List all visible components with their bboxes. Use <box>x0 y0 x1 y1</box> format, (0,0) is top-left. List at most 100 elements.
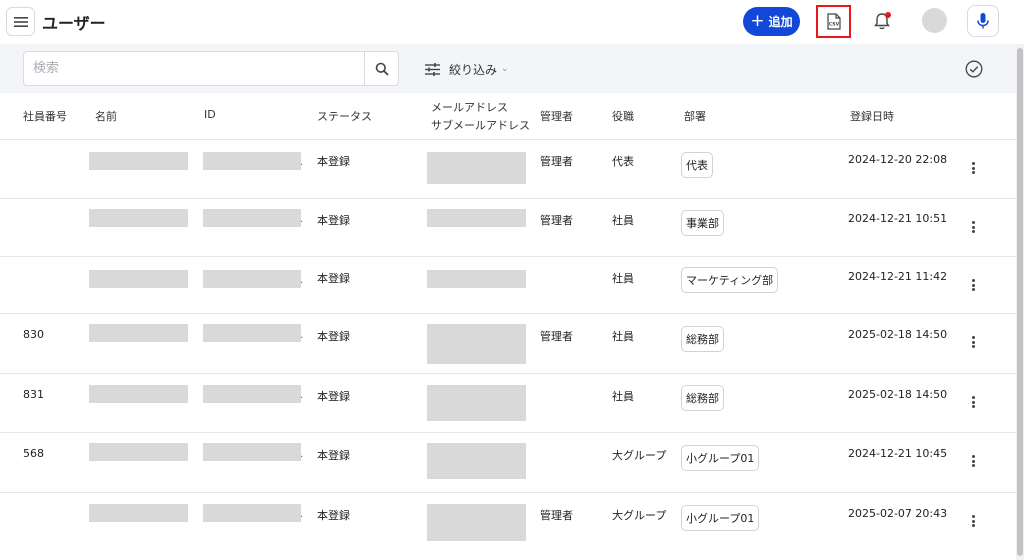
role-cell: 大グループ <box>612 449 667 462</box>
name-placeholder <box>89 324 188 342</box>
id-overflow-dot: . <box>300 509 304 520</box>
table-row[interactable]: 830 . 本登録 管理者 社員 総務部 2025-02-18 14:50 <box>0 314 1016 374</box>
emp-no-cell: 831 <box>23 388 44 401</box>
admin-cell: 管理者 <box>540 214 573 227</box>
status-cell: 本登録 <box>317 272 350 285</box>
role-cell: 社員 <box>612 390 634 403</box>
add-button-label: 追加 <box>768 15 793 29</box>
name-placeholder <box>89 152 188 170</box>
name-placeholder <box>89 443 188 461</box>
email-placeholder <box>427 270 526 288</box>
csv-file-icon: CSV <box>826 13 841 30</box>
svg-text:CSV: CSV <box>828 22 839 28</box>
dept-badge: 代表 <box>681 152 713 178</box>
table-row[interactable]: . 本登録 管理者 社員 事業部 2024-12-21 10:51 <box>0 199 1016 257</box>
registered-cell: 2025-02-18 14:50 <box>848 328 948 341</box>
status-cell: 本登録 <box>317 330 350 343</box>
csv-export-button[interactable]: CSV <box>816 5 851 38</box>
table-header: 社員番号 名前 ID ステータス メールアドレス サブメールアドレス 管理者 役… <box>0 93 1016 140</box>
search-box <box>23 51 399 86</box>
role-cell: 大グループ <box>612 509 667 522</box>
row-menu-button[interactable] <box>969 394 977 410</box>
row-menu-button[interactable] <box>969 277 977 293</box>
id-placeholder <box>203 385 301 403</box>
scrollbar-thumb[interactable] <box>1017 48 1023 556</box>
role-cell: 社員 <box>612 272 634 285</box>
plus-icon: + <box>750 10 765 31</box>
emp-no-cell: 830 <box>23 328 44 341</box>
search-button[interactable] <box>364 52 399 85</box>
row-menu-button[interactable] <box>969 453 977 469</box>
role-cell: 社員 <box>612 214 634 227</box>
search-icon <box>375 62 389 76</box>
email-placeholder <box>427 209 526 227</box>
table-row[interactable]: 831 . 本登録 社員 総務部 2025-02-18 14:50 <box>0 374 1016 433</box>
row-menu-button[interactable] <box>969 513 977 529</box>
admin-cell: 管理者 <box>540 155 573 168</box>
registered-cell: 2025-02-07 20:43 <box>848 507 948 520</box>
column-header-dept[interactable]: 部署 <box>684 108 706 124</box>
row-menu-button[interactable] <box>969 334 977 350</box>
email-placeholder <box>427 152 526 184</box>
app-header: ユーザー + 追加 CSV <box>0 0 1024 44</box>
id-overflow-dot: . <box>300 330 304 341</box>
avatar[interactable] <box>922 8 947 33</box>
filter-button[interactable]: 絞り込み ⌄ <box>424 58 509 80</box>
add-user-button[interactable]: + 追加 <box>743 7 800 36</box>
check-circle-icon <box>965 60 983 78</box>
email-placeholder <box>427 324 526 364</box>
row-menu-button[interactable] <box>969 219 977 235</box>
name-placeholder <box>89 209 188 227</box>
registered-cell: 2024-12-21 11:42 <box>848 270 948 283</box>
id-placeholder <box>203 209 301 227</box>
email-placeholder <box>427 504 526 541</box>
notification-dot <box>885 12 891 18</box>
registered-cell: 2025-02-18 14:50 <box>848 388 948 401</box>
column-header-email[interactable]: メールアドレス <box>431 99 508 115</box>
name-placeholder <box>89 385 188 403</box>
status-cell: 本登録 <box>317 449 350 462</box>
email-placeholder <box>427 385 526 421</box>
table-row[interactable]: 568 . 本登録 大グループ 小グループ01 2024-12-21 10:45 <box>0 433 1016 493</box>
column-header-status[interactable]: ステータス <box>317 108 372 124</box>
id-overflow-dot: . <box>300 275 304 286</box>
notification-button[interactable] <box>873 10 895 32</box>
menu-button[interactable] <box>6 7 35 36</box>
registered-cell: 2024-12-20 22:08 <box>848 153 948 166</box>
filter-label: 絞り込み <box>449 62 498 77</box>
emp-no-cell: 568 <box>23 447 44 460</box>
status-cell: 本登録 <box>317 214 350 227</box>
email-placeholder <box>427 443 526 479</box>
admin-cell: 管理者 <box>540 330 573 343</box>
registered-cell: 2024-12-21 10:51 <box>848 212 948 225</box>
select-mode-button[interactable] <box>965 60 983 78</box>
microphone-icon <box>977 13 989 29</box>
id-placeholder <box>203 324 301 342</box>
id-placeholder <box>203 152 301 170</box>
search-input[interactable] <box>24 52 364 85</box>
toolbar: 絞り込み ⌄ <box>0 44 1016 93</box>
row-menu-button[interactable] <box>969 160 977 176</box>
table-row[interactable]: . 本登録 社員 マーケティング部 2024-12-21 11:42 <box>0 257 1016 314</box>
column-header-admin[interactable]: 管理者 <box>540 108 573 124</box>
hamburger-icon <box>13 16 28 27</box>
column-header-emp-no[interactable]: 社員番号 <box>23 108 67 124</box>
sliders-icon <box>425 62 440 76</box>
id-placeholder <box>203 443 301 461</box>
column-header-sub-email[interactable]: サブメールアドレス <box>431 117 530 133</box>
table-row[interactable]: . 本登録 管理者 代表 代表 2024-12-20 22:08 <box>0 140 1016 199</box>
voice-input-button[interactable] <box>967 5 999 37</box>
id-overflow-dot: . <box>300 214 304 225</box>
role-cell: 代表 <box>612 155 634 168</box>
column-header-registered[interactable]: 登録日時 <box>850 108 894 124</box>
column-header-role[interactable]: 役職 <box>612 108 634 124</box>
dept-badge: 小グループ01 <box>681 505 760 531</box>
chevron-down-icon: ⌄ <box>501 64 509 74</box>
status-cell: 本登録 <box>317 390 350 403</box>
table-row[interactable]: . 本登録 管理者 大グループ 小グループ01 2025-02-07 20:43 <box>0 493 1016 560</box>
dept-badge: 総務部 <box>681 385 724 411</box>
column-header-id[interactable]: ID <box>204 108 216 121</box>
registered-cell: 2024-12-21 10:45 <box>848 447 948 460</box>
dept-badge: 事業部 <box>681 210 724 236</box>
column-header-name[interactable]: 名前 <box>95 108 117 124</box>
